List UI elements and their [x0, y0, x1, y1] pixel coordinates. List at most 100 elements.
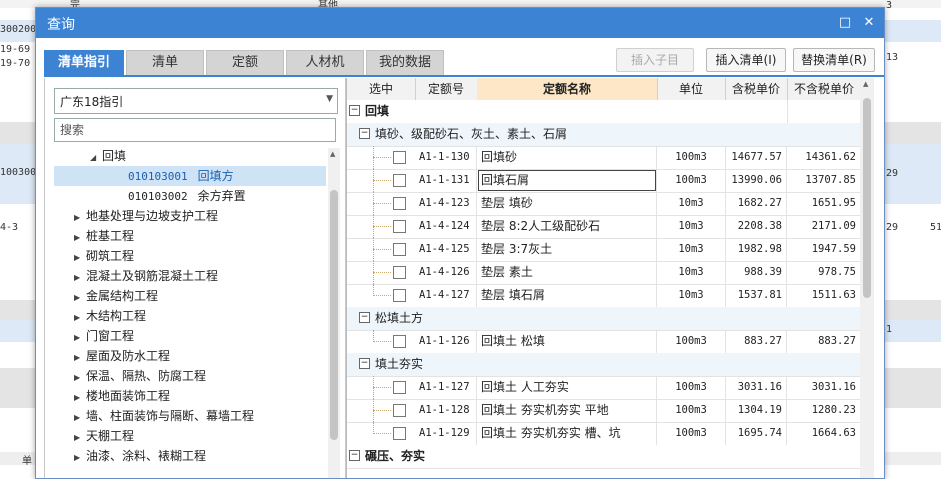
tree-node[interactable]: ▶ 保温、隔热、防腐工程 — [74, 366, 206, 386]
expand-arrow-icon[interactable]: ▶ — [74, 208, 86, 228]
tree-node[interactable]: ▶ 屋面及防水工程 — [74, 346, 170, 366]
tree-scroll-thumb[interactable] — [330, 190, 338, 440]
group-row[interactable]: − 碾压、夯实 — [347, 445, 861, 469]
row-notax-price: 3031.16 — [787, 376, 861, 399]
scroll-up-icon[interactable]: ▲ — [863, 80, 868, 88]
subgroup-row[interactable]: − 松填土方 — [347, 307, 861, 331]
tree-node-label: 金属结构工程 — [86, 289, 159, 303]
expand-arrow-icon[interactable]: ▶ — [74, 308, 86, 328]
tab-my-data[interactable]: 我的数据 — [366, 50, 444, 75]
insert-list-button[interactable]: 插入清单(I) — [706, 48, 786, 72]
row-tax-price: 988.39 — [725, 261, 787, 284]
row-name: 回填砂 — [477, 146, 657, 169]
tree-node-backfill-method[interactable]: 010103001 回填方 — [54, 166, 326, 186]
subgroup-row[interactable]: − 填砂、级配砂石、灰土、素土、石屑 — [347, 123, 861, 147]
expand-arrow-icon[interactable]: ▶ — [74, 288, 86, 308]
expand-arrow-icon[interactable]: ▶ — [74, 268, 86, 288]
table-row[interactable]: A1-1-128 回填土 夯实机夯实 平地 100m3 1304.19 1280… — [347, 399, 861, 423]
row-checkbox[interactable] — [393, 151, 406, 164]
insert-child-button[interactable]: 插入子目 — [616, 48, 694, 72]
expand-arrow-icon[interactable]: ▶ — [74, 428, 86, 448]
row-checkbox[interactable] — [393, 174, 406, 187]
replace-list-button[interactable]: 替换清单(R) — [793, 48, 875, 72]
row-checkbox[interactable] — [393, 220, 406, 233]
collapse-arrow-icon[interactable]: ◢ — [90, 148, 102, 168]
table-row[interactable]: A1-1-131 回填石屑 100m3 13990.06 13707.85 — [347, 169, 861, 193]
subgroup-row[interactable]: − 填土夯实 — [347, 353, 861, 377]
column-header-notax-price[interactable]: 不含税单价 — [787, 78, 861, 100]
table-row[interactable]: A1-4-127 垫层 填石屑 10m3 1537.81 1511.63 — [347, 284, 861, 308]
tree-node[interactable]: ▶ 楼地面装饰工程 — [74, 386, 170, 406]
table-row[interactable]: A1-1-130 回填砂 100m3 14677.57 14361.62 — [347, 146, 861, 170]
table-row[interactable]: A1-4-126 垫层 素土 10m3 988.39 978.75 — [347, 261, 861, 285]
column-header-unit[interactable]: 单位 — [657, 78, 726, 100]
expand-arrow-icon[interactable]: ▶ — [74, 328, 86, 348]
expand-arrow-icon[interactable]: ▶ — [74, 448, 86, 468]
row-checkbox[interactable] — [393, 404, 406, 417]
tree-node[interactable]: ▶ 油漆、涂料、裱糊工程 — [74, 446, 206, 466]
tab-list-guide[interactable]: 清单指引 — [44, 50, 124, 75]
tree-node[interactable]: ▶ 金属结构工程 — [74, 286, 158, 306]
column-header-code[interactable]: 定额号 — [415, 78, 478, 100]
collapse-icon[interactable]: − — [349, 450, 360, 461]
scroll-up-icon[interactable]: ▲ — [330, 150, 335, 158]
dialog-titlebar[interactable]: 查询 □ ✕ — [36, 8, 884, 38]
bg-text: 4-3 — [0, 222, 19, 233]
tree-node[interactable]: ▶ 混凝土及钢筋混凝土工程 — [74, 266, 218, 286]
expand-arrow-icon[interactable]: ▶ — [74, 408, 86, 428]
group-row[interactable]: − 回填 — [347, 100, 861, 124]
search-input[interactable] — [54, 118, 336, 142]
tree-node-label: 砌筑工程 — [86, 249, 135, 263]
grid-scroll-thumb[interactable] — [863, 98, 871, 298]
row-checkbox[interactable] — [393, 266, 406, 279]
row-checkbox[interactable] — [393, 197, 406, 210]
tree-node[interactable]: ▶ 门窗工程 — [74, 326, 134, 346]
table-row[interactable]: A1-1-127 回填土 人工夯实 100m3 3031.16 3031.16 — [347, 376, 861, 400]
row-tax-price: 1982.98 — [725, 238, 787, 261]
expand-arrow-icon[interactable]: ▶ — [74, 388, 86, 408]
tab-quota[interactable]: 定额 — [206, 50, 284, 75]
row-code: A1-4-124 — [415, 215, 477, 238]
row-checkbox[interactable] — [393, 335, 406, 348]
tree-node[interactable]: ▶ 桩基工程 — [74, 226, 134, 246]
table-row[interactable]: A1-4-125 垫层 3:7灰土 10m3 1982.98 1947.59 — [347, 238, 861, 262]
collapse-icon[interactable]: − — [359, 128, 370, 139]
close-icon[interactable]: ✕ — [860, 14, 878, 32]
tree-node[interactable]: ▶ 木结构工程 — [74, 306, 146, 326]
row-checkbox[interactable] — [393, 427, 406, 440]
column-header-name[interactable]: 定额名称 — [477, 78, 658, 100]
guide-select[interactable]: 广东18指引 ▼ — [54, 88, 338, 114]
collapse-icon[interactable]: − — [359, 312, 370, 323]
grid-scrollbar[interactable]: ▲ — [860, 78, 874, 478]
row-checkbox[interactable] — [393, 381, 406, 394]
tree-node[interactable]: ▶ 地基处理与边坡支护工程 — [74, 206, 218, 226]
collapse-icon[interactable]: − — [349, 105, 360, 116]
tree-node-label: 余方弃置 — [197, 189, 246, 203]
tab-underline — [44, 75, 884, 77]
tab-labor-material-machine[interactable]: 人材机 — [286, 50, 364, 75]
tree-node[interactable]: ▶ 砌筑工程 — [74, 246, 134, 266]
row-checkbox[interactable] — [393, 243, 406, 256]
tree-node-label: 油漆、涂料、裱糊工程 — [86, 449, 207, 463]
column-header-select[interactable]: 选中 — [347, 78, 416, 100]
row-code: A1-1-131 — [415, 169, 477, 192]
tree-node[interactable]: ▶ 墙、柱面装饰与隔断、幕墙工程 — [74, 406, 254, 426]
table-row[interactable]: A1-1-129 回填土 夯实机夯实 槽、坑 100m3 1695.74 166… — [347, 422, 861, 446]
collapse-icon[interactable]: − — [359, 358, 370, 369]
expand-arrow-icon[interactable]: ▶ — [74, 228, 86, 248]
table-row[interactable]: A1-1-126 回填土 松填 100m3 883.27 883.27 — [347, 330, 861, 354]
table-row[interactable]: A1-4-123 垫层 填砂 10m3 1682.27 1651.95 — [347, 192, 861, 216]
row-checkbox[interactable] — [393, 289, 406, 302]
tree-scrollbar[interactable]: ▲ — [328, 148, 340, 478]
tree-node-label: 保温、隔热、防腐工程 — [86, 369, 207, 383]
table-row[interactable]: A1-4-124 垫层 8:2人工级配砂石 10m3 2208.38 2171.… — [347, 215, 861, 239]
maximize-icon[interactable]: □ — [836, 14, 854, 32]
tab-list[interactable]: 清单 — [126, 50, 204, 75]
expand-arrow-icon[interactable]: ▶ — [74, 248, 86, 268]
expand-arrow-icon[interactable]: ▶ — [74, 368, 86, 388]
expand-arrow-icon[interactable]: ▶ — [74, 348, 86, 368]
tree-node-excess-soil[interactable]: 010103002 余方弃置 — [128, 186, 246, 206]
column-header-tax-price[interactable]: 含税单价 — [725, 78, 788, 100]
tree-node[interactable]: ▶ 天棚工程 — [74, 426, 134, 446]
tree-node-backfill[interactable]: ◢ 回填 — [90, 146, 126, 166]
